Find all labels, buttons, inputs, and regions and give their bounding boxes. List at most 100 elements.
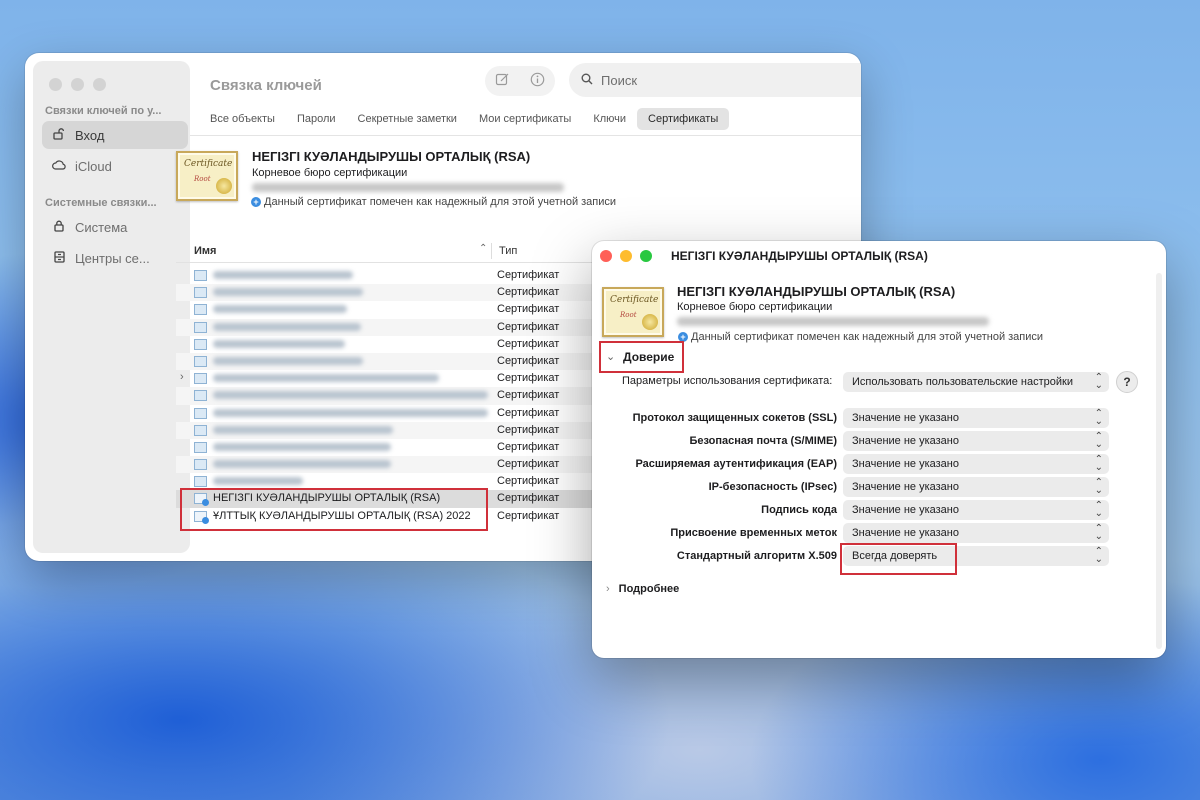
tab-my-certificates[interactable]: Мои сертификаты [468,108,582,130]
setting-label: Протокол защищенных сокетов (SSL) [632,412,837,424]
close-button[interactable] [600,250,612,262]
trust-section-toggle[interactable]: ⌄ Доверие [599,341,684,373]
tab-all-items[interactable]: Все объекты [199,108,286,130]
window-title: НЕГІЗГІ КУӘЛАНДЫРУШЫ ОРТАЛЫҚ (RSA) [671,249,928,263]
row-type: Сертификат [497,423,560,436]
updown-arrows-icon: ⌃ ⌄ [1094,454,1103,473]
row-type: Сертификат [497,320,560,333]
column-type[interactable]: Тип [499,245,517,257]
category-tabs: Все объекты Пароли Секретные заметки Мои… [199,108,730,130]
setting-label: Подпись кода [761,504,837,516]
redacted-name [213,356,363,365]
updown-arrows-icon: ⌃ ⌄ [1094,372,1103,391]
setting-label: IP-безопасность (IPsec) [708,481,837,493]
certificate-icon [194,304,207,316]
cert-trust-note: + Данный сертификат помечен как надежный… [678,331,1043,343]
sidebar-item-label: iCloud [75,158,112,174]
cert-subtitle: Корневое бюро сертификации [252,167,408,179]
chevron-down-icon: ⌄ [606,351,616,363]
redacted-name [213,408,488,417]
certificate-icon: Certificate Root [176,151,238,201]
cert-title: НЕГІЗГІ КУӘЛАНДЫРУШЫ ОРТАЛЫҚ (RSA) [252,149,531,164]
toolbar-actions [485,66,555,96]
updown-arrows-icon: ⌃ ⌄ [1094,408,1103,427]
sidebar-item-login[interactable]: Вход [42,121,188,149]
search-placeholder: Поиск [601,72,638,88]
redacted-name [213,391,488,400]
tab-secure-notes[interactable]: Секретные заметки [347,108,468,130]
setting-popup[interactable]: Значение не указано ⌃ ⌄ [843,408,1109,428]
sidebar-item-label: Вход [75,127,105,143]
sidebar-section-user-keychains: Связки ключей по у... [45,105,162,117]
redacted-name [213,271,353,279]
compose-icon[interactable] [495,72,510,90]
row-type: Сертификат [497,354,560,367]
row-type: Сертификат [497,475,560,488]
setting-popup[interactable]: Значение не указано ⌃ ⌄ [843,431,1109,451]
setting-popup[interactable]: Значение не указано ⌃ ⌄ [843,523,1109,543]
row-type: Сертификат [497,286,560,299]
setting-popup[interactable]: Значение не указано ⌃ ⌄ [843,477,1109,497]
cabinet-icon [51,250,67,266]
redacted-name [213,305,347,314]
sidebar: Связки ключей по у... Вход iCloud Систем… [33,61,190,553]
certificate-icon [194,355,207,367]
setting-popup[interactable]: Значение не указано ⌃ ⌄ [843,500,1109,520]
redacted-name [213,288,363,297]
certificate-icon [194,390,207,402]
cert-title: НЕГІЗГІ КУӘЛАНДЫРУШЫ ОРТАЛЫҚ (RSA) [677,284,956,299]
setting-popup[interactable]: Значение не указано ⌃ ⌄ [843,454,1109,474]
row-type: Сертификат [497,372,560,385]
zoom-button[interactable] [640,250,652,262]
chevron-right-icon[interactable]: › [180,371,184,383]
certificate-icon [194,321,207,333]
chevron-right-icon: › [606,583,610,595]
info-icon[interactable] [530,72,545,90]
details-section-toggle[interactable]: › Подробнее [606,583,679,595]
certificate-icon [194,424,207,436]
usage-popup[interactable]: Использовать пользовательские настройки … [843,372,1109,392]
certificate-icon [194,476,207,488]
sidebar-section-system-keychains: Системные связки... [45,197,157,209]
certificate-icon [194,407,207,419]
highlight-box-x509 [840,543,957,575]
setting-label: Стандартный алгоритм X.509 [676,550,837,562]
sidebar-item-icloud[interactable]: iCloud [42,152,188,180]
row-type: Сертификат [497,509,560,522]
column-name[interactable]: Имя [194,245,216,257]
certificate-icon [194,373,207,385]
row-type: Сертификат [497,269,560,281]
certificate-icon [194,459,207,471]
trust-section-label: Доверие [623,350,675,364]
setting-label: Расширяемая аутентификация (EAP) [635,458,837,470]
updown-arrows-icon: ⌃ ⌄ [1094,546,1103,565]
updown-arrows-icon: ⌃ ⌄ [1094,431,1103,450]
redacted-name [213,322,361,331]
row-type: Сертификат [497,492,560,505]
cert-expiry-redacted [677,317,989,326]
minimize-button[interactable] [71,78,84,91]
close-button[interactable] [49,78,62,91]
zoom-button[interactable] [93,78,106,91]
plus-circle-icon: + [251,197,261,207]
sidebar-item-label: Центры се... [75,250,150,266]
sidebar-item-label: Система [75,219,128,235]
scrollbar[interactable] [1156,273,1162,649]
window-controls [600,250,652,262]
redacted-name [213,374,439,383]
unlock-icon [51,127,67,143]
tab-certificates[interactable]: Сертификаты [637,108,730,130]
help-button[interactable]: ? [1116,371,1138,393]
redacted-name [213,442,391,451]
certificate-icon [194,338,207,350]
redacted-name [213,425,393,434]
certificate-icon: Certificate Root [602,287,664,337]
sidebar-item-system[interactable]: Система [42,213,188,241]
search-field[interactable]: Поиск [569,63,861,97]
tab-passwords[interactable]: Пароли [286,108,347,130]
tab-keys[interactable]: Ключи [582,108,637,130]
row-type: Сертификат [497,303,560,316]
minimize-button[interactable] [620,250,632,262]
sidebar-item-cert-authorities[interactable]: Центры се... [42,244,188,272]
row-type: Сертификат [497,389,560,402]
